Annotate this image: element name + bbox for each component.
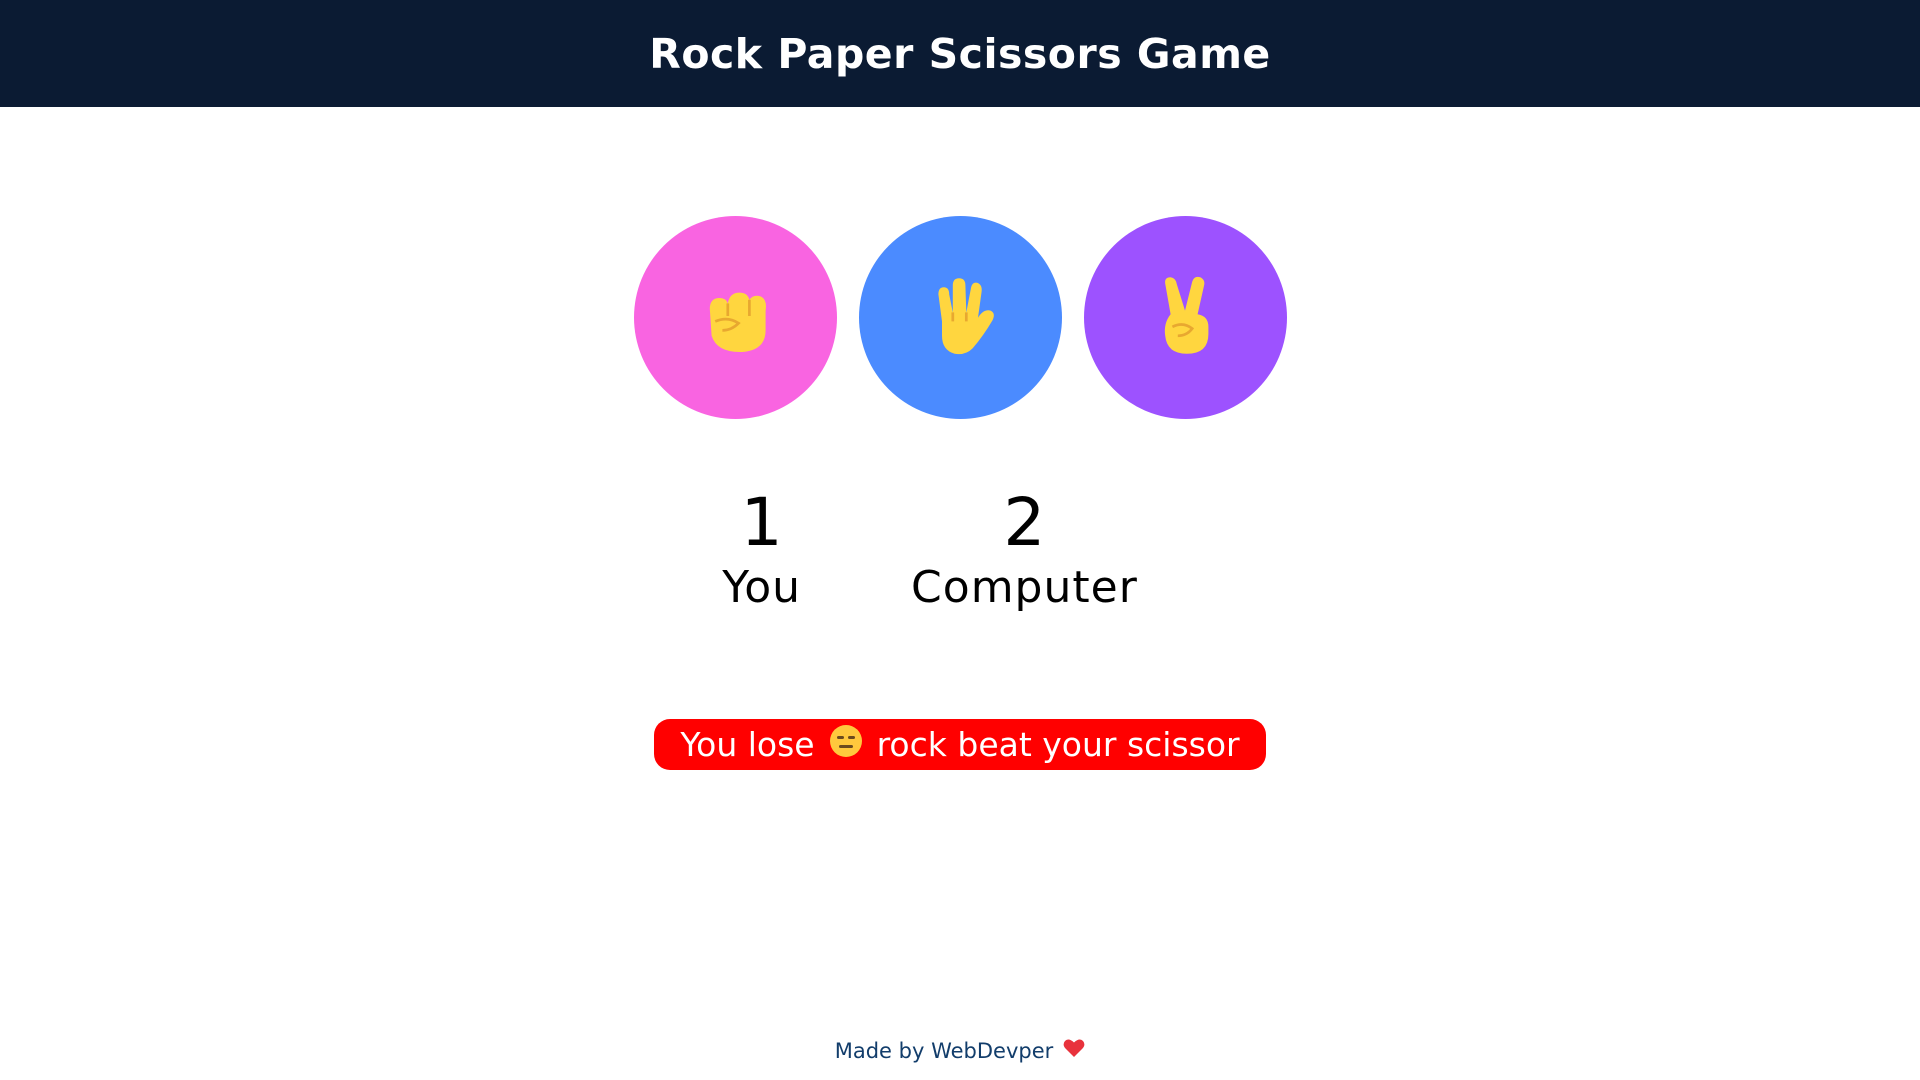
app-header: Rock Paper Scissors Game (0, 0, 1920, 107)
user-score: 1 You (722, 486, 801, 616)
user-score-label: You (722, 562, 802, 613)
page-title: Rock Paper Scissors Game (649, 29, 1271, 78)
computer-score-label: Computer (911, 562, 1138, 613)
victory-hand-icon (1140, 271, 1230, 365)
scoreboard: 1 You 2 Computer (0, 486, 1920, 616)
paper-choice-button[interactable] (858, 216, 1062, 419)
choices-container (0, 216, 1920, 419)
heart-icon (1063, 1038, 1085, 1063)
result-message: You lose rock beat your scissor (654, 719, 1266, 770)
raised-hand-icon (915, 271, 1005, 365)
footer-credit: Made by WebDevper (834, 1038, 1054, 1063)
computer-score: 2 Computer (911, 486, 1138, 616)
raised-fist-icon (690, 271, 780, 365)
footer: Made by WebDevper (0, 1038, 1920, 1063)
result-prefix: You lose (680, 725, 815, 764)
user-score-value: 1 (740, 484, 783, 561)
computer-score-value: 2 (1003, 484, 1046, 561)
scissors-choice-button[interactable] (1083, 216, 1287, 419)
rock-choice-button[interactable] (633, 216, 837, 419)
result-message-container: You lose rock beat your scissor (0, 719, 1920, 770)
result-suffix: rock beat your scissor (876, 725, 1240, 764)
expressionless-face-icon (829, 724, 863, 766)
